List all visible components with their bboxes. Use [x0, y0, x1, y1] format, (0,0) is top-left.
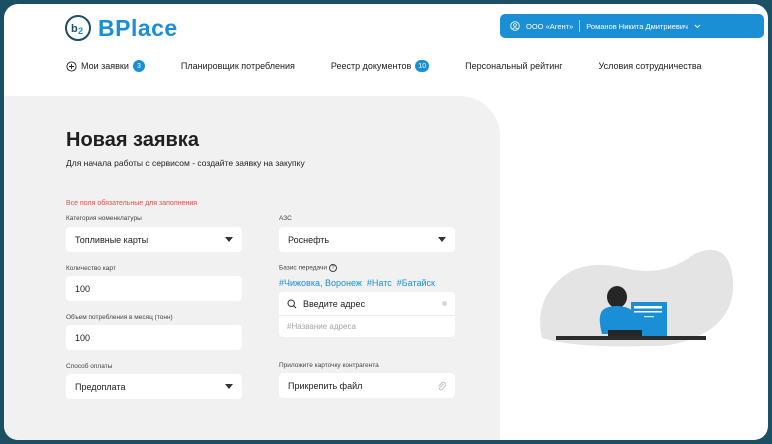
- chevron-down-icon: [694, 24, 701, 28]
- caret-down-icon: [438, 237, 446, 242]
- page-subtitle: Для начала работы с сервисом - создайте …: [66, 158, 305, 168]
- caret-down-icon: [225, 237, 233, 242]
- status-dot-icon: [442, 301, 447, 306]
- address-name-placeholder: #Название адреса: [287, 322, 356, 331]
- requests-count-badge: 3: [132, 60, 145, 72]
- nav-label: Мои заявки: [81, 61, 129, 71]
- station-label: АЗС: [279, 215, 292, 222]
- svg-text:2: 2: [78, 26, 83, 36]
- logo-text: BPlace: [98, 14, 178, 41]
- nav-item-documents[interactable]: Реестр документов 10: [330, 60, 430, 72]
- nav-item-rating[interactable]: Персональный рейтинг: [465, 61, 562, 71]
- nav-item-planner[interactable]: Планировщик потребления: [181, 61, 295, 71]
- address-search-placeholder: Введите адрес: [303, 298, 366, 309]
- address-name-input[interactable]: #Название адреса: [279, 316, 455, 337]
- plus-circle-icon: [66, 60, 77, 72]
- payment-value: Предоплата: [75, 381, 126, 392]
- nav-item-my-requests[interactable]: Мои заявки 3: [66, 60, 145, 72]
- monthly-label: Объем потребления в месяц (тонн): [66, 314, 173, 321]
- user-name: Романов Никита Дмитриевич: [586, 21, 688, 31]
- card-count-value: 100: [75, 283, 91, 294]
- address-search-input[interactable]: Введите адрес: [279, 292, 455, 316]
- user-menu[interactable]: ООО «Агент» Романов Никита Дмитриевич: [500, 14, 764, 38]
- nav-label: Планировщик потребления: [180, 61, 295, 71]
- nav-item-conditions[interactable]: Условия сотрудничества: [599, 61, 702, 71]
- logo-mark-icon: b 2: [65, 15, 91, 41]
- page-title: Новая заявка: [66, 129, 199, 151]
- station-value: Роснефть: [288, 234, 330, 245]
- required-note: Все поля обязательные для заполнения: [66, 200, 198, 207]
- search-icon: [287, 298, 297, 308]
- help-icon[interactable]: ?: [328, 264, 337, 272]
- user-separator: [579, 20, 581, 32]
- monthly-value: 100: [75, 332, 91, 343]
- documents-count-badge: 10: [415, 60, 430, 72]
- basis-tag[interactable]: #Чижовка, Воронеж: [279, 278, 362, 288]
- monthly-input[interactable]: 100: [66, 325, 242, 350]
- nav-label: Персональный рейтинг: [465, 61, 563, 71]
- basis-tag[interactable]: #Натс: [367, 278, 392, 288]
- payment-label: Способ оплаты: [66, 363, 113, 370]
- category-label: Категория номенклатуры: [66, 215, 142, 222]
- basis-tags: #Чижовка, Воронеж #Натс #Батайск: [279, 278, 435, 288]
- paperclip-icon: [438, 381, 446, 390]
- svg-text:b: b: [71, 23, 78, 35]
- address-box: Введите адрес #Название адреса: [279, 292, 455, 337]
- card-count-input[interactable]: 100: [66, 276, 242, 301]
- category-value: Топливные карты: [75, 234, 149, 245]
- attach-file-button[interactable]: Прикрепить файл: [279, 373, 455, 398]
- card-count-label: Количество карт: [66, 265, 116, 272]
- user-icon: [510, 21, 520, 31]
- category-select[interactable]: Топливные карты: [66, 227, 242, 252]
- caret-down-icon: [225, 384, 233, 389]
- attachment-value: Прикрепить файл: [288, 380, 363, 391]
- basis-label-row: Базис передачи?: [279, 264, 337, 272]
- attachment-label: Приложите карточку контрагента: [279, 362, 379, 369]
- main-nav: Мои заявки 3 Планировщик потребления Рее…: [66, 56, 716, 76]
- app-window: b 2 BPlace ООО «Агент» Романов Никита Дм…: [4, 4, 768, 440]
- payment-select[interactable]: Предоплата: [66, 374, 242, 399]
- nav-label: Реестр документов: [330, 61, 412, 71]
- station-select[interactable]: Роснефть: [279, 227, 455, 252]
- nav-label: Условия сотрудничества: [598, 61, 702, 71]
- person-at-computer-illustration: [540, 249, 734, 347]
- basis-label: Базис передачи: [279, 264, 327, 272]
- brand-logo[interactable]: b 2 BPlace: [64, 14, 178, 42]
- basis-tag[interactable]: #Батайск: [397, 278, 435, 288]
- company-name: ООО «Агент»: [526, 21, 574, 31]
